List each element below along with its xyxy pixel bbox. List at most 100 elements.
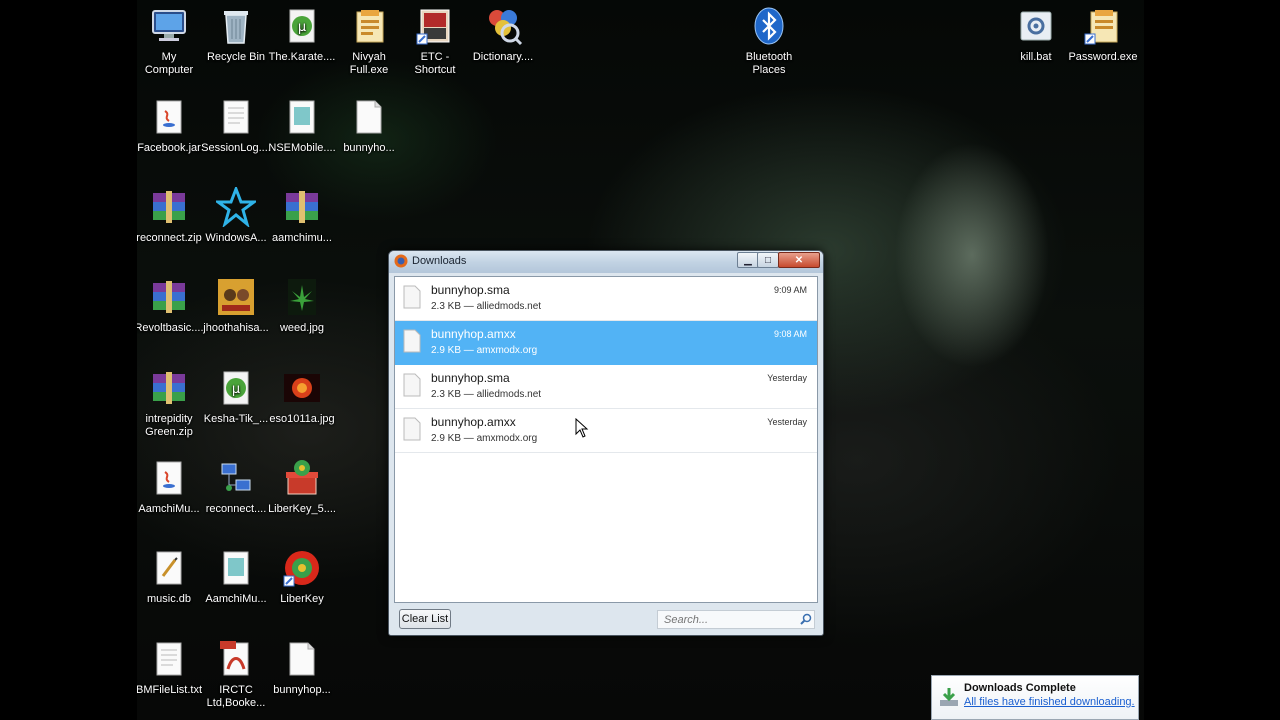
desktop-icon-nivyah-full[interactable]: Nivyah Full.exe: [331, 4, 407, 88]
desktop-icon-kesha-tik[interactable]: µ Kesha-Tik_...: [198, 366, 274, 450]
icon-label: SessionLog....: [201, 142, 271, 154]
blank-file-icon: [403, 417, 421, 441]
desktop-icon-windowsa[interactable]: WindowsA...: [198, 185, 274, 269]
download-item[interactable]: bunnyhop.amxx 2.9 KB — amxmodx.org Yeste…: [395, 409, 817, 453]
window-title: Downloads: [412, 255, 467, 267]
icon-label: NSEMobile....: [268, 142, 336, 154]
downloads-complete-notification[interactable]: Downloads Complete All files have finish…: [931, 675, 1139, 720]
icon-label: Recycle Bin: [206, 51, 266, 63]
downloads-list[interactable]: bunnyhop.sma 2.3 KB — alliedmods.net 9:0…: [394, 276, 818, 603]
search-icon[interactable]: [800, 613, 812, 625]
file-icon: [280, 95, 324, 139]
desktop-icon-revoltbasic[interactable]: Revoltbasic....: [137, 275, 207, 359]
desktop-icon-session-log[interactable]: SessionLog....: [198, 95, 274, 179]
maximize-icon: □: [764, 254, 772, 266]
icon-label: Dictionary....: [472, 51, 534, 63]
desktop-icon-my-computer[interactable]: My Computer: [137, 4, 207, 88]
text-file-icon: [214, 95, 258, 139]
blank-file-icon: [403, 285, 421, 309]
icon-label: bunnyhop...: [273, 684, 331, 696]
icon-label: bunnyho...: [343, 142, 395, 154]
download-filename: bunnyhop.sma: [431, 371, 510, 385]
title-bar[interactable]: Downloads ▁ □ ✕: [389, 251, 823, 273]
close-icon: ✕: [794, 254, 804, 266]
archive-icon: [147, 185, 191, 229]
download-filename: bunnyhop.amxx: [431, 415, 516, 429]
download-item[interactable]: bunnyhop.amxx 2.9 KB — amxmodx.org 9:08 …: [395, 321, 817, 365]
desktop-icon-the-karate[interactable]: µ The.Karate....: [264, 4, 340, 88]
archive-icon: [147, 275, 191, 319]
desktop-icon-eso1011a[interactable]: eso1011a.jpg: [264, 366, 340, 450]
archive-icon: [280, 185, 324, 229]
desktop-icon-recycle-bin[interactable]: Recycle Bin: [198, 4, 274, 88]
torrent-icon: µ: [280, 4, 324, 48]
desktop-icon-aamchimu-1[interactable]: aamchimu...: [264, 185, 340, 269]
icon-label: IRCTC Ltd,Booke...: [206, 684, 266, 709]
image-icon: [280, 366, 324, 410]
download-complete-icon: [940, 688, 958, 706]
desktop-icon-reconnect-zip[interactable]: reconnect.zip: [137, 185, 207, 269]
desktop-icon-bmfilelist[interactable]: BMFileList.txt: [137, 637, 207, 720]
desktop-icon-nse-mobile[interactable]: NSEMobile....: [264, 95, 340, 179]
icon-label: ETC - Shortcut: [414, 51, 456, 76]
desktop-icon-liberkey-5[interactable]: LiberKey_5....: [264, 456, 340, 540]
download-item[interactable]: bunnyhop.sma 2.3 KB — alliedmods.net 9:0…: [395, 277, 817, 321]
trash-icon: [214, 4, 258, 48]
icon-label: Nivyah Full.exe: [349, 51, 389, 76]
icon-label: kill.bat: [1020, 51, 1052, 63]
download-item[interactable]: bunnyhop.sma 2.3 KB — alliedmods.net Yes…: [395, 365, 817, 409]
maximize-button[interactable]: □: [757, 252, 779, 268]
image-icon: [214, 275, 258, 319]
exe-icon: [347, 4, 391, 48]
desktop-icon-intrepidity-green[interactable]: intrepidity Green.zip: [137, 366, 207, 450]
clear-list-button[interactable]: Clear List: [399, 609, 451, 629]
desktop-icon-reconnect-2[interactable]: reconnect....: [198, 456, 274, 540]
desktop-icon-irctc[interactable]: IRCTC Ltd,Booke...: [198, 637, 274, 720]
desktop-icon-bunnyhop-2[interactable]: bunnyhop...: [264, 637, 340, 720]
desktop-icon-aamchimu-3[interactable]: AamchiMu...: [198, 546, 274, 630]
download-meta: 2.3 KB — alliedmods.net: [431, 389, 542, 400]
archive-icon: [147, 366, 191, 410]
downloads-window[interactable]: Downloads ▁ □ ✕ bunnyhop.sma 2.3 KB — al…: [388, 250, 824, 636]
exe-icon: [1081, 4, 1125, 48]
folder-icon: [413, 4, 457, 48]
batch-icon: [1014, 4, 1058, 48]
notification-message-link[interactable]: All files have finished downloading.: [964, 696, 1135, 708]
download-meta: 2.9 KB — amxmodx.org: [431, 345, 538, 356]
icon-label: Facebook.jar: [137, 142, 201, 154]
download-time: 9:09 AM: [773, 285, 807, 295]
icon-label: Password.exe: [1068, 51, 1138, 63]
desktop-icon-aamchimu-2[interactable]: AamchiMu...: [137, 456, 207, 540]
icon-label: BMFileList.txt: [137, 684, 202, 696]
liberkey-icon: [280, 546, 324, 590]
minimize-icon: ▁: [744, 254, 752, 266]
torrent-icon: µ: [214, 366, 258, 410]
download-filename: bunnyhop.sma: [431, 283, 510, 297]
desktop-icon-kill-bat[interactable]: kill.bat: [998, 4, 1074, 88]
java-icon: [147, 456, 191, 500]
desktop-icon-password-exe[interactable]: Password.exe: [1065, 4, 1141, 88]
desktop-icon-dictionary[interactable]: Dictionary....: [465, 4, 541, 88]
liberkey-setup-icon: [280, 456, 324, 500]
desktop-icon-bluetooth-places[interactable]: Bluetooth Places: [731, 4, 807, 88]
download-time: Yesterday: [767, 373, 807, 383]
desktop-icon-etc-shortcut[interactable]: ETC - Shortcut: [397, 4, 473, 88]
desktop-icon-bunnyhop-1[interactable]: bunnyho...: [331, 95, 407, 179]
download-meta: 2.3 KB — alliedmods.net: [431, 301, 542, 312]
minimize-button[interactable]: ▁: [737, 252, 759, 268]
download-time: Yesterday: [767, 417, 807, 427]
star-icon: [214, 185, 258, 229]
close-button[interactable]: ✕: [778, 252, 820, 268]
desktop-icon-facebook-jar[interactable]: Facebook.jar: [137, 95, 207, 179]
java-icon: [147, 95, 191, 139]
mouse-cursor-icon: [575, 418, 589, 438]
search-input[interactable]: [657, 610, 815, 629]
icon-label: Kesha-Tik_...: [203, 413, 269, 425]
desktop-icon-jhoothahisa[interactable]: jhoothahisa...: [198, 275, 274, 359]
desktop-icon-liberkey[interactable]: LiberKey: [264, 546, 340, 630]
blank-file-icon: [280, 637, 324, 681]
svg-text:µ: µ: [298, 20, 306, 35]
desktop-icon-weed-jpg[interactable]: weed.jpg: [264, 275, 340, 359]
desktop-icon-music-db[interactable]: music.db: [137, 546, 207, 630]
icon-label: weed.jpg: [279, 322, 325, 334]
